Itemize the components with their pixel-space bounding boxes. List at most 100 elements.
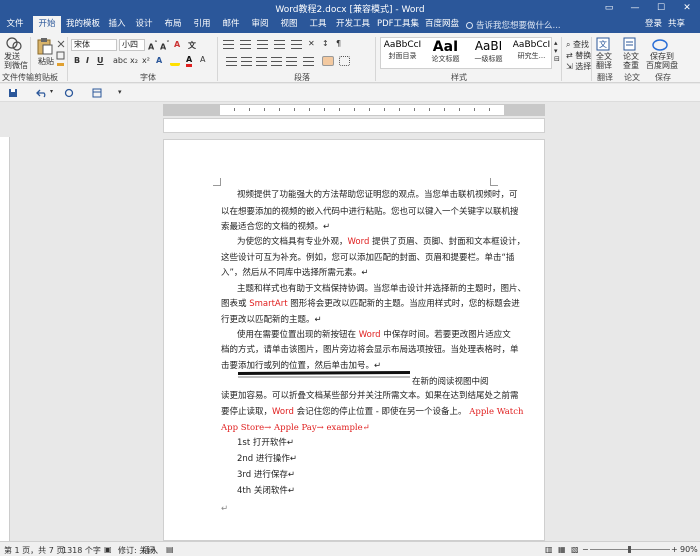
paper-check-label[interactable]: 论文 查重 xyxy=(623,52,639,70)
svg-text:文: 文 xyxy=(599,39,607,49)
tab-insert[interactable]: 插入 xyxy=(106,16,128,33)
zoom-slider-thumb[interactable] xyxy=(628,546,631,553)
tab-pdf-tools[interactable]: PDF工具集 xyxy=(376,16,420,33)
styles-scroll-icon[interactable]: ▴ ▾ ⊟ xyxy=(554,39,560,63)
tab-review[interactable]: 审阅 xyxy=(249,16,271,33)
tab-view[interactable]: 视图 xyxy=(278,16,300,33)
tab-mailings[interactable]: 邮件 xyxy=(220,16,242,33)
tab-baidu[interactable]: 百度网盘 xyxy=(424,16,460,33)
font-size-box[interactable]: 小四 xyxy=(119,39,145,51)
numbering-icon[interactable] xyxy=(240,40,251,49)
tab-design[interactable]: 设计 xyxy=(133,16,155,33)
send-label[interactable]: 发送 到微信 xyxy=(4,52,28,70)
macro-icon[interactable]: ▤ xyxy=(166,545,174,554)
check-icon[interactable] xyxy=(623,37,637,51)
strike-icon[interactable]: abc xyxy=(113,56,127,65)
text-effects-icon[interactable]: A xyxy=(156,56,162,65)
tab-layout[interactable]: 布局 xyxy=(162,16,184,33)
zoom-in-icon[interactable]: + xyxy=(671,545,678,554)
line-spacing-icon[interactable] xyxy=(303,57,314,66)
group-translate: 翻译 xyxy=(597,73,613,82)
read-mode-icon[interactable]: ▥ xyxy=(545,545,553,554)
distribute-icon[interactable] xyxy=(286,57,297,66)
highlight-icon[interactable] xyxy=(170,57,180,66)
web-layout-icon[interactable]: ▧ xyxy=(571,545,579,554)
style-heading-1[interactable]: AaBI 一级标题 xyxy=(467,38,510,68)
page-count[interactable]: 第 1 页，共 7 页 xyxy=(4,545,64,556)
word-count[interactable]: 1318 个字 xyxy=(62,545,101,556)
save-icon[interactable] xyxy=(8,88,18,98)
minimize-button[interactable]: — xyxy=(622,0,648,16)
find-button[interactable]: ⌕ 查找 xyxy=(566,39,589,50)
tab-references[interactable]: 引用 xyxy=(191,16,213,33)
save-baidu-label[interactable]: 保存到 百度网盘 xyxy=(646,52,678,70)
subscript-icon[interactable]: x₂ xyxy=(130,56,138,65)
group-paper: 论文 xyxy=(624,73,640,82)
translate-icon[interactable]: 文 xyxy=(596,37,610,51)
select-button[interactable]: ⇲ 选择 xyxy=(566,61,591,72)
proofing-icon[interactable]: ▣ xyxy=(104,545,112,554)
bullets-icon[interactable] xyxy=(223,40,234,49)
grow-font-icon[interactable]: A˄ xyxy=(148,40,158,52)
increase-indent-icon[interactable] xyxy=(291,40,302,49)
char-shading-icon[interactable]: A xyxy=(200,55,205,64)
align-right-icon[interactable] xyxy=(256,57,267,66)
phonetic-icon[interactable]: 文 xyxy=(188,40,196,51)
list-item: 3rd 进行保存↵ xyxy=(237,470,295,480)
fulltext-translate-label[interactable]: 全文 翻译 xyxy=(596,52,612,70)
paste-label[interactable]: 粘贴 xyxy=(38,56,54,67)
borders-icon[interactable] xyxy=(339,56,350,66)
paragraph-line: 索最适合您的文档的视频。↵ xyxy=(221,222,331,232)
share-button[interactable]: 共享 xyxy=(668,16,685,33)
underline-icon[interactable]: U xyxy=(97,56,104,65)
wechat-send-icon[interactable] xyxy=(6,37,22,51)
sort-icon[interactable]: ↕ xyxy=(322,39,329,48)
replace-icon: ⇄ xyxy=(566,51,576,60)
justify-icon[interactable] xyxy=(271,57,282,66)
style-sample: AaBI xyxy=(474,40,503,53)
shading-icon[interactable] xyxy=(322,56,334,66)
font-color-icon[interactable]: A xyxy=(186,55,193,67)
tab-home[interactable]: 开始 xyxy=(33,16,61,33)
document-page[interactable]: 视频提供了功能强大的方法帮助您证明您的观点。当您单击联机视频时，可 以在想要添加… xyxy=(163,139,545,541)
show-marks-icon[interactable]: ¶ xyxy=(336,39,341,48)
style-cover-toc[interactable]: AaBbCcI 封面目录 xyxy=(381,38,424,68)
clipboard-small-icons[interactable] xyxy=(56,39,66,69)
superscript-icon[interactable]: x² xyxy=(142,56,150,65)
replace-button[interactable]: ⇄ 替换 xyxy=(566,50,591,61)
decrease-indent-icon[interactable] xyxy=(274,40,285,49)
print-layout-icon[interactable]: ▦ xyxy=(558,545,566,554)
tab-developer[interactable]: 开发工具 xyxy=(335,16,371,33)
clear-format-icon[interactable]: A xyxy=(174,40,180,49)
tell-me-box[interactable]: 告诉我您想要做什么... xyxy=(466,19,561,31)
font-name-box[interactable]: 宋体 xyxy=(71,39,117,51)
multilevel-list-icon[interactable] xyxy=(257,40,268,49)
undo-icon[interactable] xyxy=(36,88,48,98)
zoom-out-icon[interactable]: − xyxy=(582,545,589,554)
login-link[interactable]: 登录 xyxy=(645,16,662,33)
insert-mode[interactable]: 插入 xyxy=(142,545,158,556)
maximize-button[interactable]: ☐ xyxy=(648,0,674,16)
ribbon-display-icon[interactable]: ▭ xyxy=(596,0,622,16)
style-graduate[interactable]: AaBbCcI 研究生... xyxy=(510,38,553,68)
redo-icon[interactable] xyxy=(64,88,74,98)
horizontal-ruler[interactable] xyxy=(163,104,545,116)
italic-icon[interactable]: I xyxy=(86,56,89,65)
align-left-icon[interactable] xyxy=(226,57,237,66)
shrink-font-icon[interactable]: A˅ xyxy=(160,40,170,52)
paste-icon[interactable] xyxy=(37,37,53,55)
open-icon[interactable] xyxy=(92,88,102,98)
undo-dropdown-icon[interactable]: ▾ xyxy=(50,88,53,95)
vertical-ruler[interactable] xyxy=(0,137,10,541)
zoom-level[interactable]: 90% xyxy=(680,545,698,554)
bold-icon[interactable]: B xyxy=(74,56,80,65)
customize-qat-icon[interactable]: ▾ xyxy=(118,88,122,96)
chinese-layout-icon[interactable]: ✕ xyxy=(308,39,315,48)
style-paper-title[interactable]: AaI 论文标题 xyxy=(424,38,467,68)
close-button[interactable]: ✕ xyxy=(674,0,700,16)
tab-my-templates[interactable]: 我的模板 xyxy=(64,16,102,33)
align-center-icon[interactable] xyxy=(241,57,252,66)
baidu-cloud-icon[interactable] xyxy=(652,37,668,51)
tab-tools[interactable]: 工具 xyxy=(307,16,329,33)
tab-file[interactable]: 文件 xyxy=(2,16,28,33)
